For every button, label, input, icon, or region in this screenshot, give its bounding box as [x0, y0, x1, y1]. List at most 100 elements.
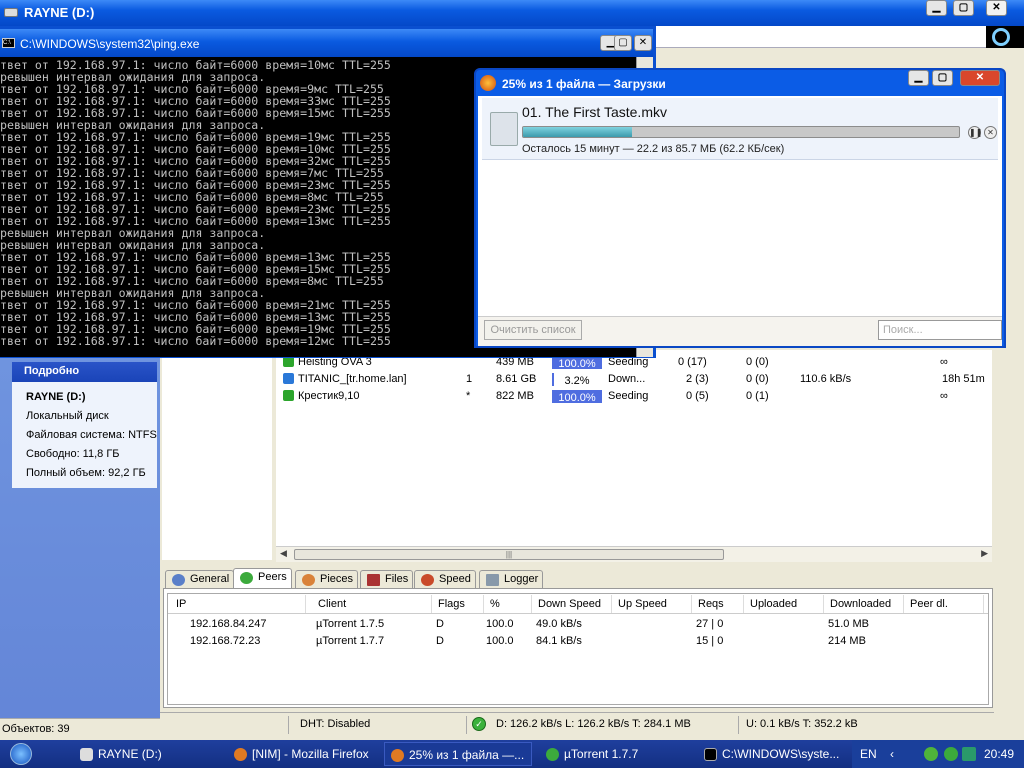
- peer-percent: 100.0: [486, 618, 514, 630]
- objects-count: Объектов: 39: [0, 718, 160, 740]
- details-panel-header[interactable]: Подробно: [12, 362, 157, 382]
- minimize-icon[interactable]: ▁: [926, 0, 947, 16]
- peer-flags: D: [436, 618, 444, 630]
- peer-down-speed: 84.1 kB/s: [536, 635, 582, 647]
- clock[interactable]: 20:49: [984, 747, 1014, 761]
- close-icon[interactable]: ✕: [960, 70, 1000, 86]
- explorer-titlebar[interactable]: RAYNE (D:) ▁ ▢ ✕: [0, 0, 1024, 26]
- col-uploaded[interactable]: Uploaded: [744, 595, 824, 613]
- tab-speed[interactable]: Speed: [414, 570, 476, 588]
- tab-logger[interactable]: Logger: [479, 570, 544, 588]
- torrent-row[interactable]: TITANIC_[tr.home.lan] 1 8.61 GB 3.2% Dow…: [276, 371, 992, 388]
- downloads-titlebar[interactable]: 25% из 1 файла — Загрузки ▁ ▢ ✕: [476, 70, 1004, 96]
- maximize-icon[interactable]: ▢: [932, 70, 953, 86]
- col-reqs[interactable]: Reqs: [692, 595, 744, 613]
- close-icon[interactable]: ✕: [986, 0, 1007, 16]
- col-percent[interactable]: %: [484, 595, 532, 613]
- scroll-thumb[interactable]: |||: [294, 549, 724, 560]
- utorrent-category-pane: [162, 350, 272, 560]
- torrent-progress: 3.2%: [552, 373, 602, 387]
- info-icon: [172, 574, 185, 586]
- drive-icon: [80, 748, 93, 761]
- utorrent-status-bar: DHT: Disabled ✓ D: 126.2 kB/s L: 126.2 k…: [160, 712, 994, 736]
- torrent-peers: 0 (0): [746, 356, 769, 368]
- taskbar-item-utorrent[interactable]: µTorrent 1.7.7: [540, 742, 690, 766]
- details-drive-type: Локальный диск: [26, 410, 109, 422]
- peer-row[interactable]: 192.168.84.247 µTorrent 1.7.5 D 100.0 49…: [168, 616, 988, 633]
- peer-downloaded: 51.0 MB: [828, 618, 869, 630]
- maximize-icon[interactable]: ▢: [953, 0, 974, 16]
- taskbar-item-downloads[interactable]: 25% из 1 файла —...: [384, 742, 532, 766]
- torrent-seeds: 0 (5): [686, 390, 709, 402]
- downloads-footer: Очистить список Поиск...: [478, 316, 1002, 346]
- pause-icon[interactable]: ❚❚: [968, 126, 982, 139]
- scroll-left-icon[interactable]: ◀: [280, 548, 287, 559]
- utorrent-tray-icon[interactable]: [944, 747, 958, 761]
- col-up-speed[interactable]: Up Speed: [612, 595, 692, 613]
- minimize-icon[interactable]: ▁: [908, 70, 929, 86]
- torrent-list: Heisting OVA 3 439 MB 100.0% Seeding 0 (…: [276, 350, 992, 546]
- maximize-icon[interactable]: ▢: [614, 35, 632, 51]
- torrent-eta: ∞: [940, 390, 948, 402]
- peers-panel: IP Client Flags % Down Speed Up Speed Re…: [163, 588, 993, 708]
- torrent-status: Down...: [608, 373, 646, 385]
- tab-peers[interactable]: Peers: [233, 568, 292, 589]
- torrent-number: 1: [466, 373, 473, 385]
- speed-icon: [421, 574, 434, 586]
- details-drive-name: RAYNE (D:): [26, 391, 86, 403]
- media-ring-icon: [986, 26, 1024, 48]
- peers-icon: [240, 572, 253, 584]
- torrent-row[interactable]: Крестик9,10 * 822 MB 100.0% Seeding 0 (5…: [276, 388, 992, 405]
- peer-client: µTorrent 1.7.7: [316, 635, 385, 647]
- col-peer-dl[interactable]: Peer dl.: [904, 595, 984, 613]
- col-ip[interactable]: IP: [170, 595, 306, 613]
- torrent-number: *: [466, 390, 471, 402]
- explorer-toolbar-strip: [656, 26, 1024, 48]
- tab-pieces[interactable]: Pieces: [295, 570, 359, 588]
- taskbar-item-firefox[interactable]: [NIM] - Mozilla Firefox: [228, 742, 378, 766]
- tray-expand-icon[interactable]: ‹: [890, 747, 894, 761]
- files-icon: [367, 574, 380, 586]
- cancel-icon[interactable]: ✕: [984, 126, 997, 139]
- cmd-icon: [704, 748, 717, 761]
- tray-app-icon[interactable]: [924, 747, 938, 761]
- pieces-icon: [302, 574, 315, 586]
- peers-table: IP Client Flags % Down Speed Up Speed Re…: [167, 593, 989, 705]
- start-button[interactable]: [0, 740, 60, 768]
- download-file-name: 01. The First Taste.mkv: [522, 104, 667, 120]
- col-downloaded[interactable]: Downloaded: [824, 595, 904, 613]
- col-client[interactable]: Client: [312, 595, 432, 613]
- downloads-title: 25% из 1 файла — Загрузки: [502, 77, 666, 91]
- close-icon[interactable]: ✕: [634, 35, 652, 51]
- tab-files[interactable]: Files: [360, 570, 414, 588]
- downloads-search-input[interactable]: Поиск...: [878, 320, 1002, 340]
- upload-stats: U: 0.1 kB/s T: 352.2 kB: [746, 718, 858, 730]
- firefox-icon: [391, 749, 404, 762]
- details-panel: RAYNE (D:) Локальный диск Файловая систе…: [12, 382, 157, 488]
- details-filesystem: Файловая система: NTFS: [26, 429, 157, 441]
- torrent-size: 8.61 GB: [496, 373, 537, 385]
- peer-down-speed: 49.0 kB/s: [536, 618, 582, 630]
- peer-row[interactable]: 192.168.72.23 µTorrent 1.7.7 D 100.0 84.…: [168, 633, 988, 650]
- torrent-eta: ∞: [940, 356, 948, 368]
- language-indicator[interactable]: EN: [860, 747, 877, 761]
- peers-table-header: IP Client Flags % Down Speed Up Speed Re…: [168, 594, 988, 614]
- torrent-name: Крестик9,10: [298, 390, 360, 402]
- torrent-list-scrollbar[interactable]: ◀ ||| ▶: [276, 546, 992, 562]
- download-item[interactable]: 01. The First Taste.mkv Осталось 15 мину…: [482, 98, 998, 160]
- cmd-titlebar[interactable]: C:\ C:\WINDOWS\system32\ping.exe ▁ ▢ ✕: [0, 29, 653, 57]
- col-flags[interactable]: Flags: [432, 595, 484, 613]
- scroll-right-icon[interactable]: ▶: [981, 548, 988, 559]
- downloads-list: 01. The First Taste.mkv Осталось 15 мину…: [478, 96, 1002, 346]
- col-down-speed[interactable]: Down Speed: [532, 595, 612, 613]
- network-tray-icon[interactable]: [962, 747, 976, 761]
- cmd-title: C:\WINDOWS\system32\ping.exe: [20, 37, 200, 51]
- taskbar-item-explorer[interactable]: RAYNE (D:): [74, 742, 224, 766]
- taskbar-item-cmd[interactable]: C:\WINDOWS\syste...: [698, 742, 848, 766]
- windows-logo-icon: [10, 743, 32, 765]
- seeding-icon: [283, 390, 294, 401]
- tab-general[interactable]: General: [165, 570, 235, 588]
- clear-list-button[interactable]: Очистить список: [484, 320, 582, 340]
- logger-icon: [486, 574, 499, 586]
- torrent-eta: 18h 51m: [942, 373, 985, 385]
